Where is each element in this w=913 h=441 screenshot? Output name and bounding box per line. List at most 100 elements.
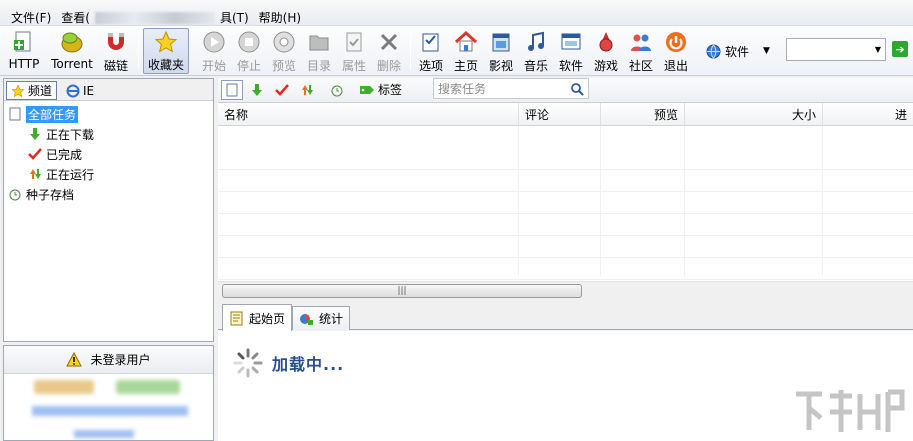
down-arrow-icon [252, 83, 262, 96]
properties-button[interactable]: 属性 [340, 28, 368, 74]
play-icon [201, 29, 227, 55]
blurred-link[interactable] [32, 406, 188, 416]
blurred-register-button[interactable] [116, 380, 180, 394]
start-button[interactable]: 开始 [200, 28, 228, 74]
table-row [218, 214, 913, 236]
home-button[interactable]: 主页 [452, 28, 480, 74]
go-arrow-button[interactable]: ➔ [892, 41, 908, 57]
software-button[interactable]: 软件 [557, 28, 585, 74]
blurred-link[interactable] [74, 430, 134, 438]
user-status-bar[interactable]: 未登录用户 [4, 346, 213, 374]
dropdown-arrow-icon[interactable]: ▼ [875, 45, 881, 54]
task-list: 名称 评论 预览 大小 进 ||| [218, 102, 913, 299]
scrollbar-thumb[interactable]: ||| [222, 284, 582, 298]
video-button[interactable]: 影视 [487, 28, 515, 74]
globe-icon [706, 44, 721, 58]
archive-clock-icon [331, 85, 343, 96]
filter-completed-button[interactable] [271, 80, 293, 100]
column-divider [518, 126, 519, 276]
tree-item-downloading[interactable]: 正在下载 [28, 125, 94, 143]
music-button[interactable]: 音乐 [522, 28, 550, 74]
task-toolbar: 标签 搜索任务 [218, 78, 913, 101]
checkmark-icon [28, 148, 42, 160]
delete-button[interactable]: 删除 [375, 28, 403, 74]
tree-item-completed[interactable]: 已完成 [28, 145, 82, 163]
column-header-size[interactable]: 大小 [685, 103, 823, 126]
category-selected-label: 软件 [725, 44, 750, 59]
tab-stats[interactable]: 统计 [292, 306, 351, 330]
column-header-name[interactable]: 名称 [218, 103, 519, 126]
favorites-button[interactable]: 收藏夹 [143, 28, 189, 74]
menu-view[interactable]: 查看( [56, 10, 95, 26]
menu-help[interactable]: 帮助(H) [254, 10, 306, 26]
menu-file[interactable]: 文件(F) [6, 10, 56, 26]
watermark-logo [796, 389, 905, 432]
select-all-button[interactable] [221, 79, 243, 100]
preview-button[interactable]: 预览 [270, 28, 298, 74]
channel-panel: 频道 IE 全部任务 正在下载 已完成 正在运行 种子存档 [3, 78, 214, 342]
warning-icon [66, 352, 83, 367]
column-header-comment[interactable]: 评论 [519, 103, 601, 126]
blurred-menu-region [94, 11, 215, 24]
film-icon [488, 29, 514, 55]
user-panel: 未登录用户 [3, 345, 214, 441]
table-row [218, 148, 913, 170]
up-down-arrows-icon [302, 84, 313, 95]
tree-item-all-tasks[interactable]: 全部任务 [8, 105, 79, 123]
ie-icon [66, 84, 80, 97]
filter-downloading-button[interactable] [246, 80, 268, 100]
community-people-icon [628, 29, 654, 55]
star-icon [153, 30, 179, 54]
magnet-icon [103, 29, 129, 55]
not-logged-in-label: 未登录用户 [90, 353, 151, 367]
http-add-icon [11, 29, 37, 55]
column-divider [684, 126, 685, 276]
document-icon [9, 107, 21, 121]
exit-button[interactable]: 退出 [662, 28, 690, 74]
horizontal-scrollbar[interactable]: ||| [218, 281, 913, 299]
stop-button[interactable]: 停止 [235, 28, 263, 74]
properties-icon [341, 29, 367, 55]
directory-button[interactable]: 目录 [305, 28, 333, 74]
community-button[interactable]: 社区 [627, 28, 655, 74]
web-search-input[interactable]: ▼ [786, 38, 886, 61]
column-header-progress[interactable]: 进 [823, 103, 913, 126]
left-tab-bar: 频道 IE [4, 79, 213, 101]
filter-running-button[interactable] [296, 80, 318, 100]
checkmark-icon [275, 83, 289, 96]
http-button[interactable]: HTTP [6, 28, 42, 74]
exit-power-icon [663, 29, 689, 55]
table-row [218, 192, 913, 214]
tab-ie[interactable]: IE [62, 81, 98, 100]
star-icon [11, 83, 25, 97]
options-button[interactable]: 选项 [417, 28, 445, 74]
table-row [218, 236, 913, 258]
search-icon[interactable] [570, 82, 584, 96]
tag-icon [360, 85, 374, 94]
menu-tools[interactable]: 具(T) [215, 10, 254, 26]
tree-item-running[interactable]: 正在运行 [28, 165, 94, 183]
table-row [218, 170, 913, 192]
blurred-login-button[interactable] [34, 380, 94, 394]
table-row [218, 258, 913, 280]
tab-start-page[interactable]: 起始页 [222, 304, 293, 331]
category-selector[interactable]: 软件 ▼ [706, 40, 782, 62]
magnet-button[interactable]: 磁链 [101, 28, 131, 74]
tags-button[interactable]: 标签 [356, 80, 405, 100]
stats-icon [300, 314, 313, 325]
column-divider [600, 126, 601, 276]
torrent-button[interactable]: Torrent [48, 28, 96, 74]
torrent-icon [59, 29, 85, 55]
toolbar-separator [138, 32, 139, 70]
task-search-placeholder: 搜索任务 [438, 82, 487, 96]
start-page-icon [230, 311, 243, 325]
filter-archive-button[interactable] [326, 80, 348, 100]
column-header-preview[interactable]: 预览 [601, 103, 685, 126]
up-down-arrows-icon [30, 169, 41, 179]
games-button[interactable]: 游戏 [592, 28, 620, 74]
tab-channel[interactable]: 频道 [6, 81, 58, 100]
task-list-header: 名称 评论 预览 大小 进 [218, 103, 913, 126]
loading-text: 加载中... [272, 355, 345, 374]
tree-item-seed-archive[interactable]: 种子存档 [8, 185, 74, 203]
task-search-input[interactable]: 搜索任务 [433, 78, 589, 99]
